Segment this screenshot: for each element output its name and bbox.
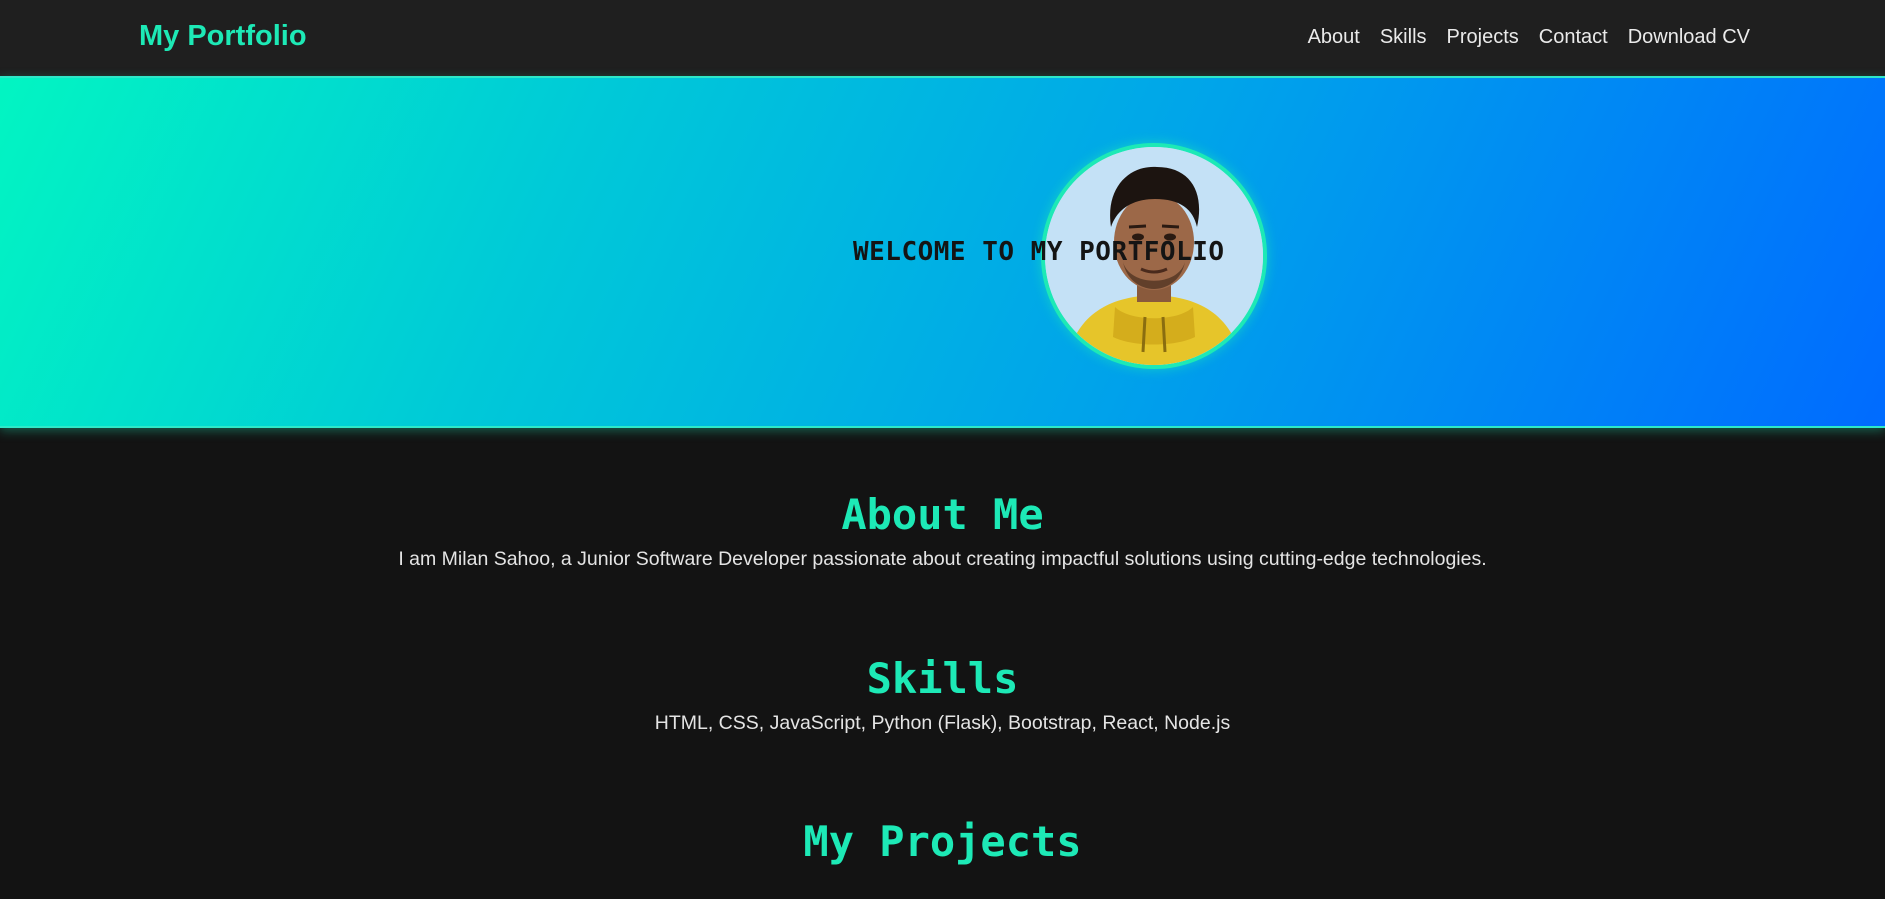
skills-heading: Skills: [866, 654, 1019, 703]
brand-logo-link[interactable]: My Portfolio: [139, 20, 307, 53]
nav-link-projects[interactable]: Projects: [1447, 26, 1519, 49]
navbar: My Portfolio About Skills Projects Conta…: [0, 0, 1885, 77]
hero-title: WELCOME TO MY PORTFOLIO: [853, 237, 1225, 267]
hero-banner: WELCOME TO MY PORTFOLIO: [0, 76, 1885, 428]
projects-heading: My Projects: [803, 817, 1082, 866]
nav-link-contact[interactable]: Contact: [1539, 26, 1608, 49]
skills-text: HTML, CSS, JavaScript, Python (Flask), B…: [654, 712, 1231, 734]
nav-link-about[interactable]: About: [1308, 26, 1360, 49]
skills-section: Skills HTML, CSS, JavaScript, Python (Fl…: [0, 654, 1885, 736]
about-heading: About Me: [841, 490, 1044, 539]
nav-links: About Skills Projects Contact Download C…: [1308, 26, 1750, 49]
about-section: About Me I am Milan Sahoo, a Junior Soft…: [0, 490, 1885, 572]
projects-section: My Projects: [0, 817, 1885, 867]
about-text: I am Milan Sahoo, a Junior Software Deve…: [398, 548, 1487, 570]
nav-link-download-cv[interactable]: Download CV: [1628, 26, 1750, 49]
nav-link-skills[interactable]: Skills: [1380, 26, 1427, 49]
